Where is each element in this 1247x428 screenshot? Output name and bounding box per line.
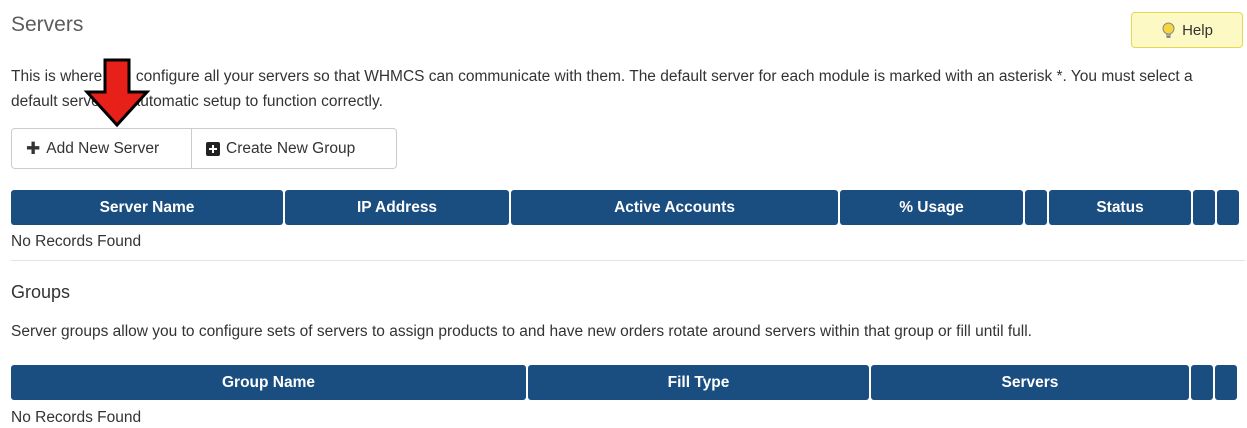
- create-new-group-button[interactable]: Create New Group: [192, 128, 397, 169]
- column-status[interactable]: Status: [1049, 190, 1191, 225]
- column-usage[interactable]: % Usage: [840, 190, 1023, 225]
- add-new-server-label: Add New Server: [46, 139, 160, 157]
- column-blank-4: [1191, 365, 1213, 400]
- column-servers[interactable]: Servers: [871, 365, 1189, 400]
- servers-table-header: Server Name IP Address Active Accounts %…: [11, 190, 1239, 225]
- add-new-server-button[interactable]: ✚ Add New Server: [11, 128, 192, 169]
- groups-title: Groups: [11, 282, 71, 302]
- plus-icon: ✚: [26, 139, 41, 158]
- column-ip-address[interactable]: IP Address: [285, 190, 509, 225]
- servers-no-records: No Records Found: [11, 233, 142, 250]
- help-label: Help: [1182, 21, 1213, 39]
- lightbulb-icon: [1161, 22, 1176, 39]
- column-fill-type[interactable]: Fill Type: [528, 365, 869, 400]
- column-group-name[interactable]: Group Name: [11, 365, 526, 400]
- column-blank-5: [1215, 365, 1237, 400]
- column-active-accounts[interactable]: Active Accounts: [511, 190, 838, 225]
- column-blank-3: [1217, 190, 1239, 225]
- server-actions: ✚ Add New Server Create New Group: [11, 128, 397, 169]
- create-new-group-label: Create New Group: [226, 139, 356, 157]
- page-title: Servers: [11, 13, 84, 36]
- groups-table-header: Group Name Fill Type Servers: [11, 365, 1237, 400]
- intro-text: This is where you configure all your ser…: [11, 68, 1193, 110]
- column-blank-2: [1193, 190, 1215, 225]
- help-button[interactable]: Help: [1131, 12, 1243, 48]
- column-blank-1: [1025, 190, 1047, 225]
- column-server-name[interactable]: Server Name: [11, 190, 283, 225]
- groups-description: Server groups allow you to configure set…: [11, 323, 1032, 340]
- servers-table-divider: [11, 260, 1245, 261]
- plus-square-icon: [206, 141, 220, 156]
- groups-no-records: No Records Found: [11, 409, 142, 426]
